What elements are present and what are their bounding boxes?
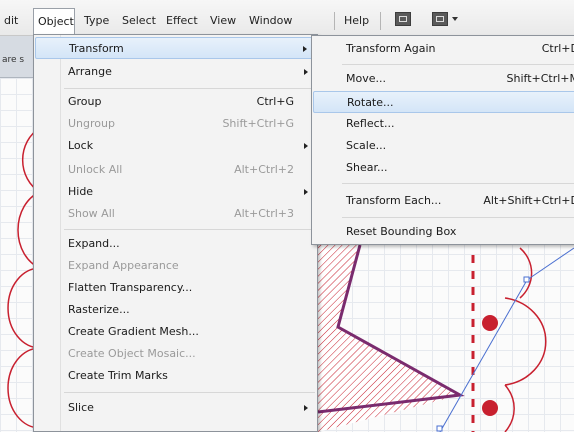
menu-item-label: Reflect... — [346, 117, 395, 130]
menu-item-label: Rasterize... — [68, 303, 130, 316]
menu-edit[interactable]: dit — [4, 13, 18, 29]
workspace-switcher-icon[interactable] — [432, 12, 448, 26]
menu-item-shear[interactable]: Shear... — [313, 157, 574, 179]
submenu-arrow-icon — [304, 189, 308, 195]
menu-item-shortcut: Alt+Ctrl+3 — [234, 207, 294, 220]
menu-separator — [64, 392, 315, 393]
menu-item-label: Transform — [69, 42, 124, 55]
menu-item-expand[interactable]: Expand... — [35, 233, 316, 255]
menu-separator — [64, 229, 315, 230]
menu-effect[interactable]: Effect — [166, 13, 198, 29]
menu-item-shortcut: Alt+Shift+Ctrl+D — [483, 194, 574, 207]
menu-item-slice[interactable]: Slice — [35, 397, 316, 419]
red-dot[interactable] — [482, 400, 498, 416]
menu-item-create-gradient-mesh[interactable]: Create Gradient Mesh... — [35, 321, 316, 343]
menu-window[interactable]: Window — [249, 13, 292, 29]
menu-item-create-trim-marks[interactable]: Create Trim Marks — [35, 365, 316, 387]
menu-item-label: Scale... — [346, 139, 387, 152]
menu-item-label: Rotate... — [347, 96, 394, 109]
menu-item-label: Expand Appearance — [68, 259, 179, 272]
menu-item-label: Flatten Transparency... — [68, 281, 193, 294]
menu-item-reset-bounding-box[interactable]: Reset Bounding Box — [313, 221, 574, 243]
menu-select[interactable]: Select — [122, 13, 156, 29]
menu-item-reflect[interactable]: Reflect... — [313, 113, 574, 135]
menu-separator — [342, 217, 574, 218]
menu-item-label: Expand... — [68, 237, 120, 250]
menu-item-transform-each[interactable]: Transform Each... Alt+Shift+Ctrl+D — [313, 190, 574, 212]
red-dot[interactable] — [482, 315, 498, 331]
submenu-arrow-icon — [304, 143, 308, 149]
menu-item-flatten-transparency[interactable]: Flatten Transparency... — [35, 277, 316, 299]
menu-item-shortcut: Shift+Ctrl+M — [506, 72, 574, 85]
menu-object-label: Object — [38, 15, 74, 28]
document-tab[interactable]: are s — [2, 55, 24, 65]
menu-item-label: Lock — [68, 139, 94, 152]
menu-item-label: Hide — [68, 185, 94, 198]
menu-item-label: Create Object Mosaic... — [68, 347, 196, 360]
menu-item-label: Create Trim Marks — [68, 369, 168, 382]
menu-item-transform-again[interactable]: Transform Again Ctrl+D — [313, 38, 574, 60]
menu-item-label: Slice — [68, 401, 94, 414]
menu-item-label: Group — [68, 95, 102, 108]
menu-item-label: Transform Again — [346, 42, 436, 55]
menu-item-label: Create Gradient Mesh... — [68, 325, 199, 338]
menu-item-rasterize[interactable]: Rasterize... — [35, 299, 316, 321]
chevron-down-icon[interactable] — [452, 17, 458, 21]
menu-bar: dit Object Type Select Effect View Windo… — [0, 0, 574, 36]
menu-item-label: Transform Each... — [346, 194, 442, 207]
menu-item-rotate[interactable]: Rotate... — [313, 91, 574, 113]
menu-separator — [342, 64, 574, 65]
menu-item-label: Move... — [346, 72, 386, 85]
menu-item-transform[interactable]: Transform — [35, 37, 316, 59]
menu-item-move[interactable]: Move... Shift+Ctrl+M — [313, 68, 574, 90]
menu-help[interactable]: Help — [344, 13, 369, 29]
menu-item-label: Reset Bounding Box — [346, 225, 457, 238]
menu-item-ungroup: Ungroup Shift+Ctrl+G — [35, 113, 316, 135]
menu-separator — [342, 183, 574, 184]
menu-item-group[interactable]: Group Ctrl+G — [35, 91, 316, 113]
menu-item-unlock-all: Unlock All Alt+Ctrl+2 — [35, 159, 316, 181]
menu-item-shortcut: Ctrl+G — [256, 95, 294, 108]
menu-item-arrange[interactable]: Arrange — [35, 61, 316, 83]
menu-object[interactable]: Object — [33, 8, 75, 35]
submenu-arrow-icon — [304, 69, 308, 75]
menu-item-shortcut: Shift+Ctrl+G — [222, 117, 294, 130]
right-scallop-border[interactable] — [504, 247, 547, 432]
menu-item-label: Ungroup — [68, 117, 115, 130]
menu-type[interactable]: Type — [84, 13, 109, 29]
menu-item-show-all: Show All Alt+Ctrl+3 — [35, 203, 316, 225]
menu-item-label: Show All — [68, 207, 115, 220]
menu-item-shortcut: Alt+Ctrl+2 — [234, 163, 294, 176]
menu-item-label: Arrange — [68, 65, 112, 78]
menu-item-label: Unlock All — [68, 163, 123, 176]
arrange-documents-icon[interactable] — [395, 12, 411, 26]
menu-item-label: Shear... — [346, 161, 388, 174]
menu-item-expand-appearance: Expand Appearance — [35, 255, 316, 277]
submenu-arrow-icon — [304, 405, 308, 411]
menu-item-lock[interactable]: Lock — [35, 135, 316, 157]
menubar-divider — [334, 12, 335, 30]
selection-bounding-box[interactable] — [436, 247, 574, 432]
submenu-arrow-icon — [303, 46, 307, 52]
menu-item-shortcut: Ctrl+D — [541, 42, 574, 55]
menu-view[interactable]: View — [210, 13, 236, 29]
menubar-divider — [380, 12, 381, 30]
object-menu: Transform Arrange Group Ctrl+G Ungroup S… — [33, 34, 318, 432]
menu-item-scale[interactable]: Scale... — [313, 135, 574, 157]
menu-item-create-object-mosaic: Create Object Mosaic... — [35, 343, 316, 365]
transform-submenu: Transform Again Ctrl+D Move... Shift+Ctr… — [311, 35, 574, 245]
menu-item-hide[interactable]: Hide — [35, 181, 316, 203]
menu-separator — [64, 88, 315, 89]
